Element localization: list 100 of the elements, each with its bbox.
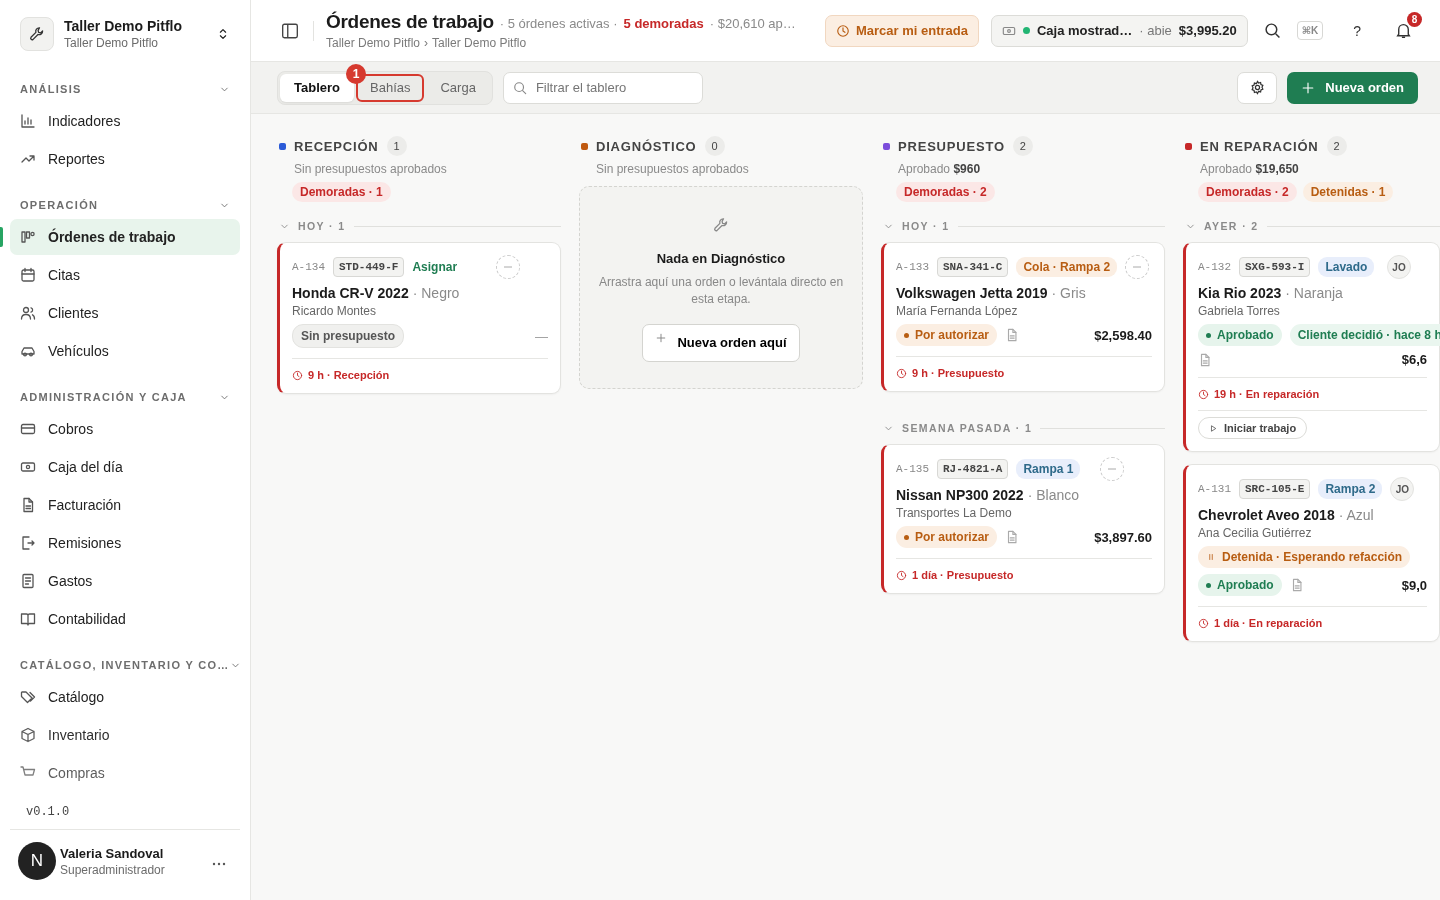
sidebar-item[interactable]: Caja del día	[10, 449, 240, 485]
elapsed-time: 19 h · En reparación	[1198, 377, 1427, 400]
clock-in-button[interactable]: Marcar mi entrada	[824, 14, 979, 47]
status-chip: Por autorizar	[896, 526, 997, 548]
amount: $2,598.40	[1094, 327, 1152, 343]
vehicle-color: · Naranja	[1285, 285, 1343, 301]
wrench-icon	[713, 217, 729, 233]
section-title[interactable]: CATÁLOGO, INVENTARIO Y CO…	[20, 659, 230, 671]
sidebar-item[interactable]: Citas	[10, 257, 240, 293]
cash-register-button[interactable]: Caja mostrad… · abie $3,995.20	[990, 14, 1248, 47]
clock-icon	[292, 369, 303, 381]
help-button[interactable]: ?	[1349, 18, 1365, 43]
status-chip: Sin presupuesto	[292, 324, 404, 348]
active-indicator	[0, 227, 3, 247]
calendar-icon	[20, 267, 36, 283]
customer-name: Ricardo Montes	[292, 304, 378, 318]
sidebar-item[interactable]: Cobros	[10, 411, 240, 447]
receipt-icon	[20, 573, 36, 589]
status-chip: Aprobado	[1198, 324, 1282, 346]
bar-chart-icon	[20, 113, 36, 129]
column-title: DIAGNÓSTICO	[596, 138, 697, 154]
vehicle-color: · Negro	[412, 285, 460, 301]
empty-text: Arrastra aquí una orden o levántala directo en esta etapa.	[598, 274, 844, 308]
sidebar-item[interactable]: Catálogo	[10, 679, 240, 715]
start-button[interactable]: Iniciar trabajo	[1198, 417, 1308, 439]
elapsed-time: 1 día · En reparación	[1198, 606, 1427, 629]
order-number: A-133	[896, 261, 929, 273]
breadcrumb-link[interactable]: Taller Demo Pitflo	[432, 36, 527, 50]
document-icon	[1005, 530, 1019, 544]
order-card[interactable]: A-133 SNA-341-C Cola · Rampa 2 Volkswagen Jetta 2019 · Gris María Fernanda López Por autorizar $2,598.40 9 h · Presupuesto	[881, 242, 1165, 392]
document-icon	[20, 497, 36, 513]
section-title[interactable]: ANÁLISIS	[20, 83, 82, 95]
assignee-avatar[interactable]: JO	[1387, 255, 1411, 279]
column-title: RECEPCIÓN	[294, 138, 379, 154]
wrench-icon	[29, 26, 45, 42]
bay-tag: Lavado	[1318, 257, 1375, 277]
assignee-avatar[interactable]: JO	[1390, 477, 1415, 501]
notification-count: 8	[1407, 12, 1422, 27]
column-title: PRESUPUESTO	[898, 138, 1005, 154]
column-subtitle: Sin presupuestos aprobados	[294, 162, 448, 176]
user-avatar[interactable]: N	[18, 842, 56, 880]
vehicle-name: Kia Rio 2023	[1198, 285, 1282, 301]
filter-chip[interactable]: Demoradas · 2	[896, 182, 995, 202]
workspace-name[interactable]: Taller Demo Pitflo	[64, 18, 206, 34]
sidebar-item[interactable]: Clientes	[10, 295, 240, 331]
filter-field[interactable]: Filtrar el tablero	[502, 71, 703, 104]
amount: $3,897.60	[1094, 529, 1152, 545]
cube-icon	[20, 727, 36, 743]
column-subtitle: Aprobado $19,650	[1200, 162, 1300, 176]
vehicle-name: Nissan NP300 2022	[896, 487, 1024, 503]
vehicle-color: · Blanco	[1027, 487, 1079, 503]
sidebar-item[interactable]: Remisiones	[10, 525, 240, 561]
plate-tag: RJ-4821-A	[937, 459, 1009, 479]
sidebar-item[interactable]: Inventario	[10, 717, 240, 753]
summary-text: · 5 órdenes activas ·	[499, 16, 618, 31]
sidebar-item[interactable]: Compras	[10, 755, 240, 791]
bay-tag[interactable]: Asignar	[412, 257, 458, 277]
bell-icon	[1395, 22, 1412, 39]
filter-chip[interactable]: Demoradas · 1	[292, 182, 391, 202]
sidebar-item[interactable]: Contabilidad	[10, 601, 240, 637]
tag-icon	[20, 689, 36, 705]
view-tab[interactable]: Carga	[426, 73, 490, 102]
order-card[interactable]: A-135 RJ-4821-A Rampa 1 Nissan NP300 2022 · Blanco Transportes La Demo Por autorizar $3,897.60 1 día · Presupuesto	[881, 444, 1165, 594]
filter-chip[interactable]: Demoradas · 2	[1198, 182, 1297, 202]
view-tab[interactable]: Tablero	[280, 73, 354, 102]
document-icon	[1005, 328, 1019, 342]
elapsed-time: 9 h · Presupuesto	[896, 356, 1152, 379]
sidebar-item[interactable]: Órdenes de trabajo	[10, 219, 240, 255]
vehicle-color: · Azul	[1338, 507, 1374, 523]
new-order-button[interactable]: Nueva orden	[1287, 71, 1418, 104]
column-subtitle: Aprobado $960	[898, 162, 982, 176]
sidebar-item[interactable]: Gastos	[10, 563, 240, 599]
order-number: A-135	[896, 463, 929, 475]
settings-button[interactable]	[1237, 71, 1278, 104]
plate-tag: SRC-105-E	[1239, 479, 1311, 499]
plus-icon	[1301, 80, 1316, 95]
order-number: A-132	[1198, 261, 1231, 273]
banknote-icon	[20, 459, 36, 475]
sidebar-item[interactable]: Facturación	[10, 487, 240, 523]
section-title[interactable]: OPERACIÓN	[20, 199, 99, 211]
order-card[interactable]: A-131 SRC-105-E Rampa 2 JO Chevrolet Aveo 2018 · Azul Ana Cecilia Gutiérrez Detenida · Esperando refacción Aprobado $9,0 1 día · En reparación	[1183, 464, 1440, 642]
play-icon	[1209, 423, 1218, 433]
filter-chip[interactable]: Detenidas · 1	[1302, 182, 1394, 202]
section-title[interactable]: ADMINISTRACIÓN Y CAJA	[20, 391, 187, 403]
breadcrumb-link[interactable]: Taller Demo Pitflo	[326, 36, 421, 50]
status-chip: Detenida · Esperando refacción	[1198, 546, 1411, 568]
status-chip: Por autorizar	[896, 324, 997, 346]
export-icon	[20, 535, 36, 551]
summary-text: 5 demoradas	[623, 16, 704, 31]
sidebar-item[interactable]: Indicadores	[10, 103, 240, 139]
sidebar-item[interactable]: Vehículos	[10, 333, 240, 369]
order-number: A-131	[1198, 483, 1231, 495]
customer-name: Gabriela Torres	[1198, 304, 1281, 318]
document-icon	[1198, 352, 1212, 367]
book-icon	[20, 611, 36, 627]
order-card[interactable]: A-134 STD-449-F Asignar Honda CR-V 2022 · Negro Ricardo Montes Sin presupuesto — 9 h · Recepción	[277, 242, 561, 394]
sidebar-item[interactable]: Reportes	[10, 141, 240, 177]
breadcrumb-separator: ›	[424, 36, 429, 50]
new-order-here-button[interactable]: Nueva orden aquí	[642, 323, 800, 362]
customer-name: Ana Cecilia Gutiérrez	[1198, 526, 1313, 540]
